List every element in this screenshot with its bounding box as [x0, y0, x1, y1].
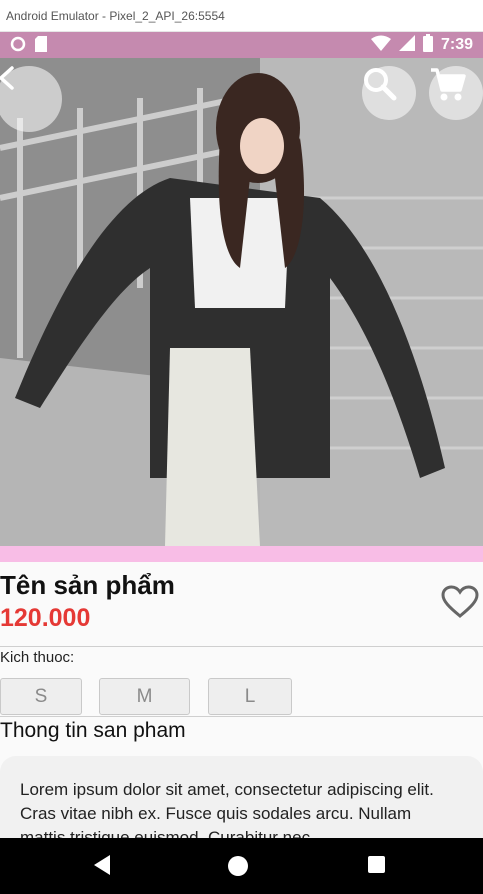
sd-card-icon [34, 36, 48, 56]
emulator-title-bar: Android Emulator - Pixel_2_API_26:5554 [0, 0, 483, 32]
recent-square-icon[interactable] [368, 856, 385, 873]
shopping-cart-icon [431, 68, 466, 101]
signal-icon [398, 35, 415, 55]
circle-icon [10, 36, 26, 56]
home-circle-icon[interactable] [228, 856, 248, 876]
status-time: 7:39 [440, 36, 473, 53]
product-photo [0, 58, 483, 546]
product-image [0, 58, 483, 546]
divider [0, 716, 483, 717]
status-bar: 7:39 [0, 32, 483, 58]
chevron-left-icon [0, 66, 14, 90]
product-price: 120.000 [0, 604, 91, 632]
description-card: Lorem ipsum dolor sit amet, consectetur … [0, 756, 483, 847]
product-name: Tên sản phẩm [0, 570, 175, 600]
wifi-icon [370, 35, 391, 55]
heart-outline-icon [441, 585, 479, 618]
search-button[interactable] [362, 66, 416, 120]
navigation-bar [0, 838, 483, 894]
search-icon [364, 68, 397, 101]
battery-icon [422, 34, 433, 56]
accent-strip [0, 546, 483, 562]
cart-button[interactable] [429, 66, 483, 120]
divider [0, 646, 483, 647]
size-option-l[interactable]: L [208, 678, 292, 715]
size-option-m[interactable]: M [99, 678, 190, 715]
window-title: Android Emulator - Pixel_2_API_26:5554 [6, 9, 225, 23]
size-option-s[interactable]: S [0, 678, 82, 715]
nav-back-button[interactable] [92, 854, 112, 880]
size-label: Kich thuoc: [0, 649, 75, 666]
favorite-button[interactable] [441, 585, 483, 625]
product-info-title: Thong tin san pham [0, 719, 186, 742]
back-triangle-icon [94, 855, 110, 875]
